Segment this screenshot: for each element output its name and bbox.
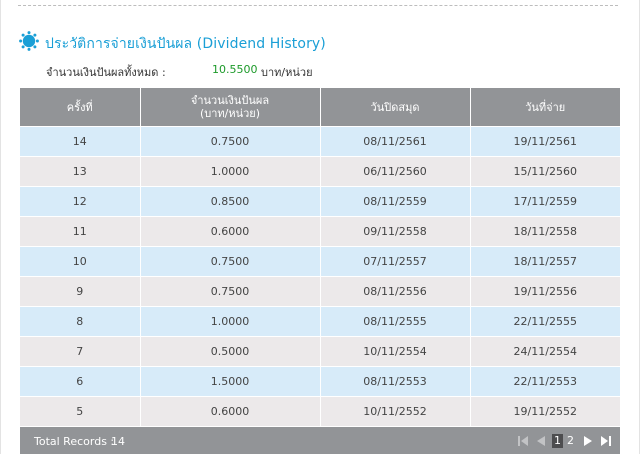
section-title: ประวัติการจ่ายเงินปันผล (Dividend Histor… bbox=[45, 36, 326, 52]
cell-book-close-date: 07/11/2557 bbox=[319, 246, 470, 277]
cell-book-close-date: 08/11/2553 bbox=[319, 366, 470, 397]
previous-page-icon[interactable] bbox=[534, 433, 548, 449]
next-page-icon[interactable] bbox=[581, 433, 595, 449]
cell-round: 8 bbox=[20, 306, 140, 337]
cell-dividend: 0.7500 bbox=[139, 246, 320, 277]
cell-round: 9 bbox=[20, 276, 140, 307]
cell-payment-date: 15/11/2560 bbox=[469, 156, 620, 187]
cell-round: 10 bbox=[20, 246, 140, 277]
table-row: 5 0.6000 10/11/2552 19/11/2552 bbox=[20, 396, 620, 426]
cell-payment-date: 24/11/2554 bbox=[469, 336, 620, 367]
cell-round: 5 bbox=[20, 396, 140, 426]
cell-dividend: 1.0000 bbox=[139, 306, 320, 337]
cell-round: 7 bbox=[20, 336, 140, 367]
cell-book-close-date: 09/11/2558 bbox=[319, 216, 470, 247]
table-row: 6 1.5000 08/11/2553 22/11/2553 bbox=[20, 366, 620, 397]
cell-round: 13 bbox=[20, 156, 140, 187]
cell-book-close-date: 10/11/2552 bbox=[319, 396, 470, 426]
cell-dividend: 0.8500 bbox=[139, 186, 320, 217]
cell-dividend: 1.5000 bbox=[139, 366, 320, 397]
cell-payment-date: 18/11/2558 bbox=[469, 216, 620, 247]
total-dividend-unit: บาท/หน่วย bbox=[261, 66, 313, 79]
cell-dividend: 0.7500 bbox=[139, 126, 320, 157]
header-book-close-date: วันปิดสมุด bbox=[319, 88, 470, 127]
cell-round: 12 bbox=[20, 186, 140, 217]
table-header-row: ครั้งที่ จำนวนเงินปันผล (บาท/หน่วย) วันป… bbox=[20, 88, 620, 127]
bullet-burst-icon bbox=[19, 31, 39, 51]
header-dividend-unit: (บาท/หน่วย) bbox=[199, 107, 261, 120]
cell-payment-date: 22/11/2553 bbox=[469, 366, 620, 397]
cell-payment-date: 18/11/2557 bbox=[469, 246, 620, 277]
header-dividend-amount: จำนวนเงินปันผล (บาท/หน่วย) bbox=[139, 88, 320, 127]
cell-round: 11 bbox=[20, 216, 140, 247]
table-row: 12 0.8500 08/11/2559 17/11/2559 bbox=[20, 186, 620, 217]
cell-payment-date: 19/11/2556 bbox=[469, 276, 620, 307]
total-records-value: 14 bbox=[111, 435, 125, 448]
cell-round: 14 bbox=[20, 126, 140, 157]
cell-payment-date: 22/11/2555 bbox=[469, 306, 620, 337]
total-records-label: Total Records : bbox=[34, 435, 115, 448]
cell-book-close-date: 10/11/2554 bbox=[319, 336, 470, 367]
dividend-history-table: ครั้งที่ จำนวนเงินปันผล (บาท/หน่วย) วันป… bbox=[20, 88, 620, 426]
table-row: 7 0.5000 10/11/2554 24/11/2554 bbox=[20, 336, 620, 367]
page-2-button[interactable]: 2 bbox=[565, 434, 576, 448]
cell-dividend: 0.7500 bbox=[139, 276, 320, 307]
cell-round: 6 bbox=[20, 366, 140, 397]
header-round: ครั้งที่ bbox=[20, 88, 140, 127]
cell-dividend: 0.5000 bbox=[139, 336, 320, 367]
cell-payment-date: 19/11/2552 bbox=[469, 396, 620, 426]
cell-book-close-date: 08/11/2556 bbox=[319, 276, 470, 307]
table-row: 10 0.7500 07/11/2557 18/11/2557 bbox=[20, 246, 620, 277]
cell-book-close-date: 08/11/2555 bbox=[319, 306, 470, 337]
last-page-icon[interactable] bbox=[599, 433, 613, 449]
cell-book-close-date: 06/11/2560 bbox=[319, 156, 470, 187]
header-dividend-amount-label: จำนวนเงินปันผล bbox=[190, 94, 270, 107]
cell-dividend: 0.6000 bbox=[139, 216, 320, 247]
table-row: 8 1.0000 08/11/2555 22/11/2555 bbox=[20, 306, 620, 337]
cell-book-close-date: 08/11/2561 bbox=[319, 126, 470, 157]
table-row: 14 0.7500 08/11/2561 19/11/2561 bbox=[20, 126, 620, 157]
first-page-icon[interactable] bbox=[516, 433, 530, 449]
pagination: 1 2 bbox=[516, 433, 616, 449]
cell-book-close-date: 08/11/2559 bbox=[319, 186, 470, 217]
total-dividend-value: 10.5500 bbox=[212, 63, 258, 76]
table-row: 11 0.6000 09/11/2558 18/11/2558 bbox=[20, 216, 620, 247]
page-1-button[interactable]: 1 bbox=[552, 434, 563, 448]
cell-payment-date: 19/11/2561 bbox=[469, 126, 620, 157]
cell-dividend: 1.0000 bbox=[139, 156, 320, 187]
cell-dividend: 0.6000 bbox=[139, 396, 320, 426]
header-payment-date: วันที่จ่าย bbox=[469, 88, 620, 127]
total-dividend-label: จำนวนเงินปันผลทั้งหมด : bbox=[46, 66, 166, 79]
cell-payment-date: 17/11/2559 bbox=[469, 186, 620, 217]
table-row: 13 1.0000 06/11/2560 15/11/2560 bbox=[20, 156, 620, 187]
table-footer: Total Records : 14 1 2 bbox=[20, 427, 620, 454]
dashed-divider bbox=[18, 5, 618, 6]
table-row: 9 0.7500 08/11/2556 19/11/2556 bbox=[20, 276, 620, 307]
